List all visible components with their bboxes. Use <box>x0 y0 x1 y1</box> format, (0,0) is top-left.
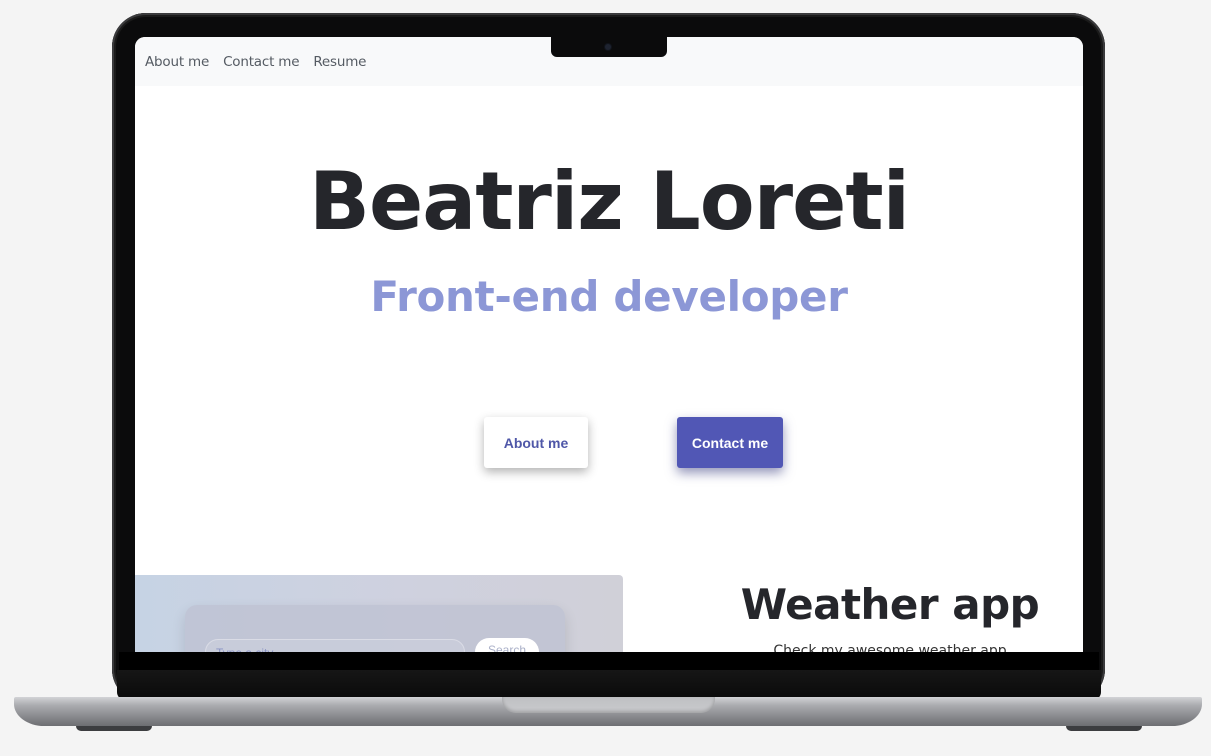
laptop-base-notch <box>502 697 715 713</box>
weather-app-preview-card: Type a city Search <box>185 605 565 652</box>
nav-link-contact[interactable]: Contact me <box>223 54 299 70</box>
preview-search-button: Search <box>475 638 539 652</box>
project-description: Check my awesome weather app <box>773 643 1007 652</box>
contact-me-button[interactable]: Contact me <box>677 417 783 468</box>
preview-city-input: Type a city <box>205 639 465 652</box>
hero-title: Beatriz Loreti <box>308 155 910 248</box>
laptop-foot-right <box>1066 726 1142 731</box>
laptop-hinge <box>117 670 1101 700</box>
screen-bezel <box>119 652 1099 670</box>
nav-link-about[interactable]: About me <box>145 54 209 70</box>
camera-notch <box>551 37 667 57</box>
camera-icon <box>605 44 611 50</box>
laptop-foot-left <box>76 726 152 731</box>
about-me-button[interactable]: About me <box>484 417 588 468</box>
hero-subtitle: Front-end developer <box>370 272 848 321</box>
project-title: Weather app <box>740 580 1040 629</box>
laptop-screen: About me Contact me Resume Beatriz Loret… <box>135 37 1083 652</box>
project-preview-image: Type a city Search <box>135 575 623 652</box>
nav-link-resume[interactable]: Resume <box>313 54 366 70</box>
